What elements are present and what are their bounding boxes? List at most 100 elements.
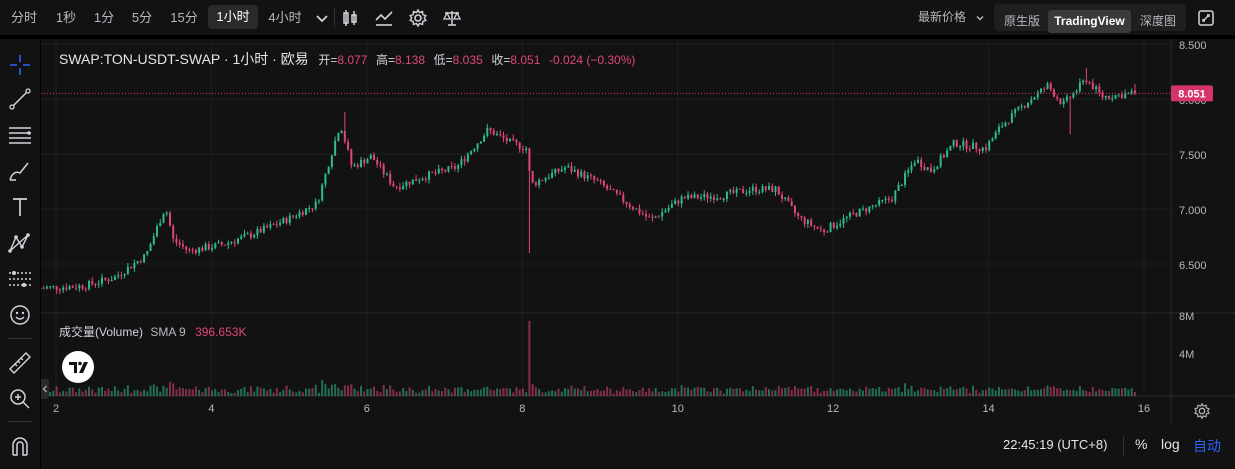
pattern-tool-icon[interactable] [6,229,34,257]
candle-body [913,162,916,166]
emoji-icon[interactable] [6,301,34,329]
chevron-down-icon[interactable] [312,8,332,28]
candle-body [424,179,427,181]
candle-body [1007,122,1010,124]
candle-body [709,196,712,199]
interval-tab[interactable]: 1秒 [48,0,84,35]
volume-bar [920,387,923,396]
volume-bar [703,387,706,396]
fullscreen-icon[interactable] [1196,8,1216,28]
volume-bar [94,392,97,396]
interval-tab-active[interactable]: 1小时 [208,5,258,29]
volume-bar [625,389,628,396]
volume-bar [428,385,431,396]
candle-body [758,191,761,193]
interval-tab[interactable]: 4小时 [262,0,308,35]
collapse-toolbar-button[interactable] [41,379,49,399]
sma-value: 396.653K [195,325,247,339]
candle-body [402,186,405,189]
candle-body [894,190,897,202]
candle-body [861,208,864,210]
chevron-down-icon[interactable] [974,12,986,24]
indicators-icon[interactable] [374,8,394,28]
volume-bar [774,390,777,396]
candle-body [787,197,790,202]
current-price-tag: 8.051 [1171,85,1213,102]
compare-scale-icon[interactable] [442,8,462,28]
candle-body [929,167,932,172]
trend-line-icon[interactable] [6,85,34,113]
interval-tab[interactable]: 5分 [124,0,160,35]
price-pane [39,68,1136,295]
volume-bar [113,386,116,396]
tradingview-logo-icon[interactable] [61,350,95,384]
candle-body [1043,88,1046,90]
chart-area[interactable]: 8.500 8.000 7.500 7.000 6.500 8M 4M 2468… [39,39,1235,424]
volume-bar [175,389,178,396]
view-tab-native[interactable]: 原生版 [998,10,1046,33]
volume-bar [288,389,291,396]
zoom-in-icon[interactable] [6,385,34,413]
candle-body [916,159,919,163]
volume-bar [1001,389,1004,396]
volume-bar [674,388,677,396]
ruler-icon[interactable] [6,349,34,377]
volume-bar [894,388,897,396]
forecast-tool-icon[interactable] [6,265,34,293]
price-axis-label: 7.000 [1179,205,1207,217]
candle-body [690,194,693,198]
candle-body [466,154,469,162]
volume-bar [942,389,945,396]
time-axis-label: 10 [672,403,684,415]
candle-body [554,168,557,173]
horizontal-lines-icon[interactable] [6,121,34,149]
candlestick-type-icon[interactable] [340,8,360,28]
candle-body [1130,91,1133,93]
settings-gear-icon[interactable] [408,8,428,28]
volume-bar [130,392,133,396]
candle-body [178,242,181,245]
candle-body [308,208,311,210]
volume-bar [253,391,256,396]
crosshair-icon[interactable] [6,51,34,79]
volume-bar [262,388,265,396]
candle-body [952,140,955,146]
candle-body [330,155,333,168]
candle-body [900,184,903,186]
candle-body [829,222,832,232]
log-toggle[interactable]: log [1161,436,1180,452]
volume-bar [117,390,120,396]
candle-body [891,199,894,202]
volume-bar [751,386,754,396]
interval-tab[interactable]: 1分 [86,0,122,35]
candle-body [933,169,936,172]
candle-body [564,167,567,170]
candle-body [311,208,314,210]
sma-label: SMA 9 [150,325,186,339]
candle-body [651,217,654,219]
volume-bar [1133,392,1136,396]
price-type-select[interactable]: 最新价格 [918,0,966,35]
interval-tab[interactable]: 分时 [4,0,44,35]
axis-settings-icon[interactable] [1193,402,1211,420]
candle-body [1114,95,1117,99]
volume-bar [75,391,78,396]
change-value: -0.024 (−0.30%) [549,53,636,67]
interval-tab[interactable]: 15分 [164,0,204,35]
brush-icon[interactable] [6,157,34,185]
view-tab-depth[interactable]: 深度图 [1133,10,1183,33]
percent-toggle[interactable]: % [1135,436,1147,452]
text-tool-icon[interactable] [6,193,34,221]
volume-bar [764,387,767,396]
volume-bar [965,388,968,396]
chart-canvas[interactable]: 8.500 8.000 7.500 7.000 6.500 8M 4M 2468… [39,39,1235,424]
volume-bar [301,392,304,396]
view-tab-tradingview[interactable]: TradingView [1048,10,1131,33]
volume-bar [382,384,385,396]
volume-bar [353,388,356,396]
candle-body [52,286,55,288]
magnet-icon[interactable] [6,433,34,461]
volume-bar [133,390,136,396]
candle-body [301,212,304,215]
auto-scale-toggle[interactable]: 自动 [1193,436,1221,456]
